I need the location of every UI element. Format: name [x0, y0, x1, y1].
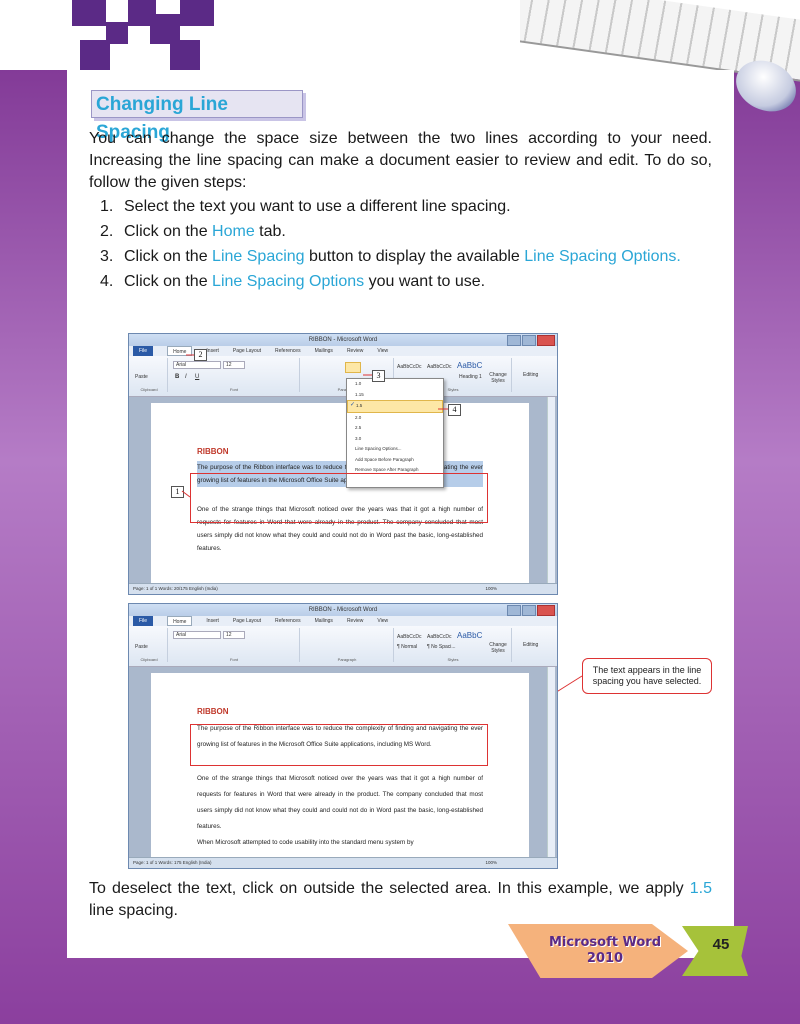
- ribbon: Paste Clipboard Arial 12 Font Paragraph …: [129, 626, 557, 667]
- vertical-scrollbar[interactable]: [547, 667, 555, 857]
- style-no-spacing[interactable]: AaBbCcDc: [427, 634, 451, 640]
- style-no-spacing-label: ¶ No Spaci...: [427, 644, 456, 650]
- change-styles-button[interactable]: Change Styles: [487, 642, 509, 654]
- maximize-icon[interactable]: [522, 605, 536, 616]
- ribbon-tabs: File Home Insert Page Layout References …: [129, 616, 557, 626]
- font-name-select[interactable]: Arial: [173, 631, 221, 639]
- page-number: 45: [712, 936, 730, 953]
- paragraph-group: Paragraph: [301, 628, 394, 662]
- styles-group: AaBbCcDc AaBbCcDc AaBbC ¶ Normal ¶ No Sp…: [395, 628, 512, 662]
- result-callout: The text appears in the line spacing you…: [582, 658, 712, 694]
- tab-references[interactable]: References: [275, 616, 301, 626]
- callout-leaders: [181, 354, 583, 736]
- footer-book-title: Microsoft Word 2010: [548, 935, 662, 966]
- style-normal[interactable]: AaBbCcDc: [397, 634, 421, 640]
- style-normal-label: ¶ Normal: [397, 644, 418, 650]
- tab-file[interactable]: File: [133, 616, 154, 626]
- paste-button[interactable]: Paste: [135, 644, 148, 650]
- zoom-level[interactable]: 100%: [485, 858, 497, 868]
- tab-mailings[interactable]: Mailings: [315, 616, 333, 626]
- tab-home[interactable]: Home: [167, 616, 193, 626]
- minimize-icon[interactable]: [507, 605, 521, 616]
- conclusion-paragraph: To deselect the text, click on outside t…: [89, 880, 712, 919]
- style-heading1[interactable]: AaBbC: [457, 631, 482, 640]
- tab-insert[interactable]: Insert: [206, 616, 219, 626]
- tab-view[interactable]: View: [377, 616, 388, 626]
- font-group: Arial 12 Font: [169, 628, 300, 662]
- close-icon[interactable]: [537, 605, 555, 616]
- editing-button[interactable]: Editing: [523, 642, 538, 648]
- spaced-text-box: [190, 724, 488, 766]
- clipboard-group: Paste Clipboard: [131, 628, 168, 662]
- window-title-bar: RIBBON - Microsoft Word: [129, 604, 557, 616]
- tab-review[interactable]: Review: [347, 616, 363, 626]
- doc-heading: RIBBON: [197, 707, 229, 716]
- status-bar: Page: 1 of 1 Words: 175 English (India) …: [129, 857, 557, 868]
- doc-paragraph[interactable]: When Microsoft attempted to code usabili…: [197, 835, 483, 851]
- doc-paragraph[interactable]: One of the strange things that Microsoft…: [197, 771, 483, 835]
- tab-page-layout[interactable]: Page Layout: [233, 616, 261, 626]
- editing-group: Editing: [513, 628, 553, 662]
- font-size-select[interactable]: 12: [223, 631, 245, 639]
